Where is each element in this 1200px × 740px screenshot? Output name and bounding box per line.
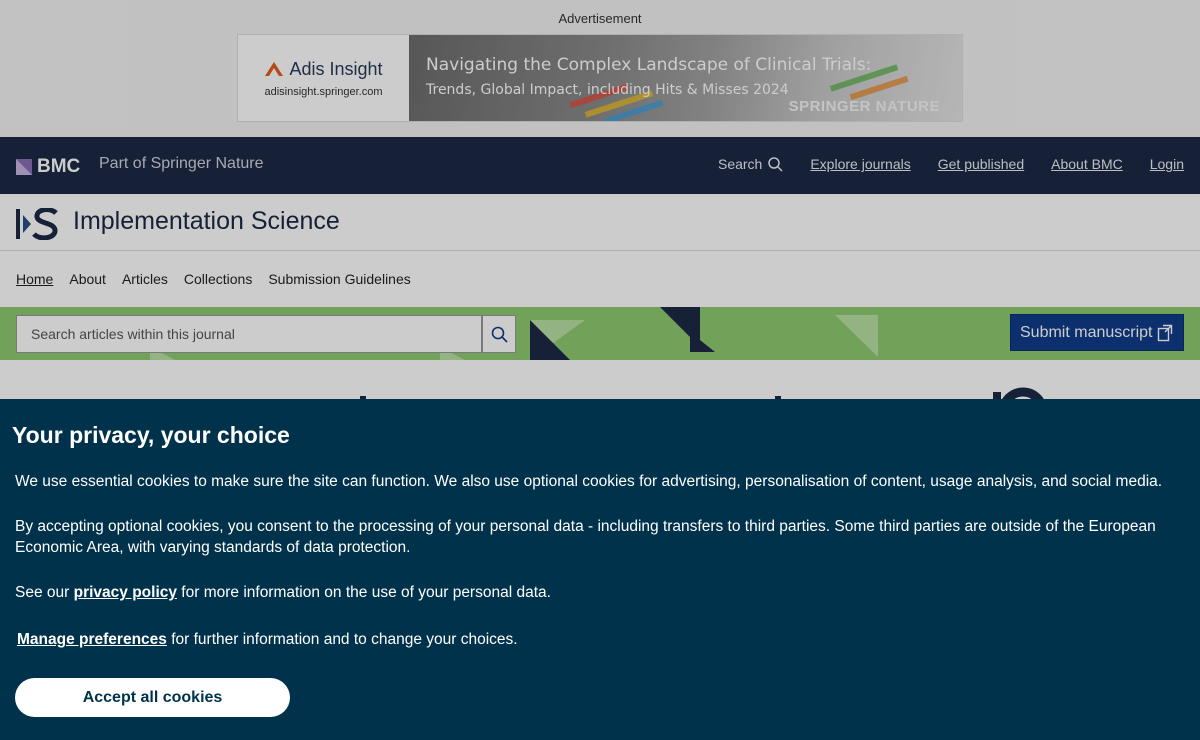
cookie-privacy-text: See our privacy policy for more informat… [15, 582, 1190, 603]
cookie-privacy-suffix: for more information on the use of your … [177, 584, 551, 601]
cookie-manage-suffix: for further information and to change yo… [166, 631, 518, 648]
modal-dim-overlay [0, 0, 1200, 400]
cookie-manage-text: Manage preferences for further informati… [17, 629, 1192, 650]
cookie-banner-title: Your privacy, your choice [12, 422, 290, 448]
privacy-policy-link[interactable]: privacy policy [74, 584, 177, 601]
cookie-privacy-prefix: See our [15, 584, 74, 601]
accept-all-cookies-button[interactable]: Accept all cookies [15, 678, 290, 717]
cookie-consent-text: By accepting optional cookies, you conse… [15, 518, 1156, 556]
manage-preferences-link[interactable]: Manage preferences [17, 631, 167, 648]
cookie-banner: Your privacy, your choice We use essenti… [0, 399, 1200, 740]
cookie-essential-text: We use essential cookies to make sure th… [15, 473, 1163, 490]
